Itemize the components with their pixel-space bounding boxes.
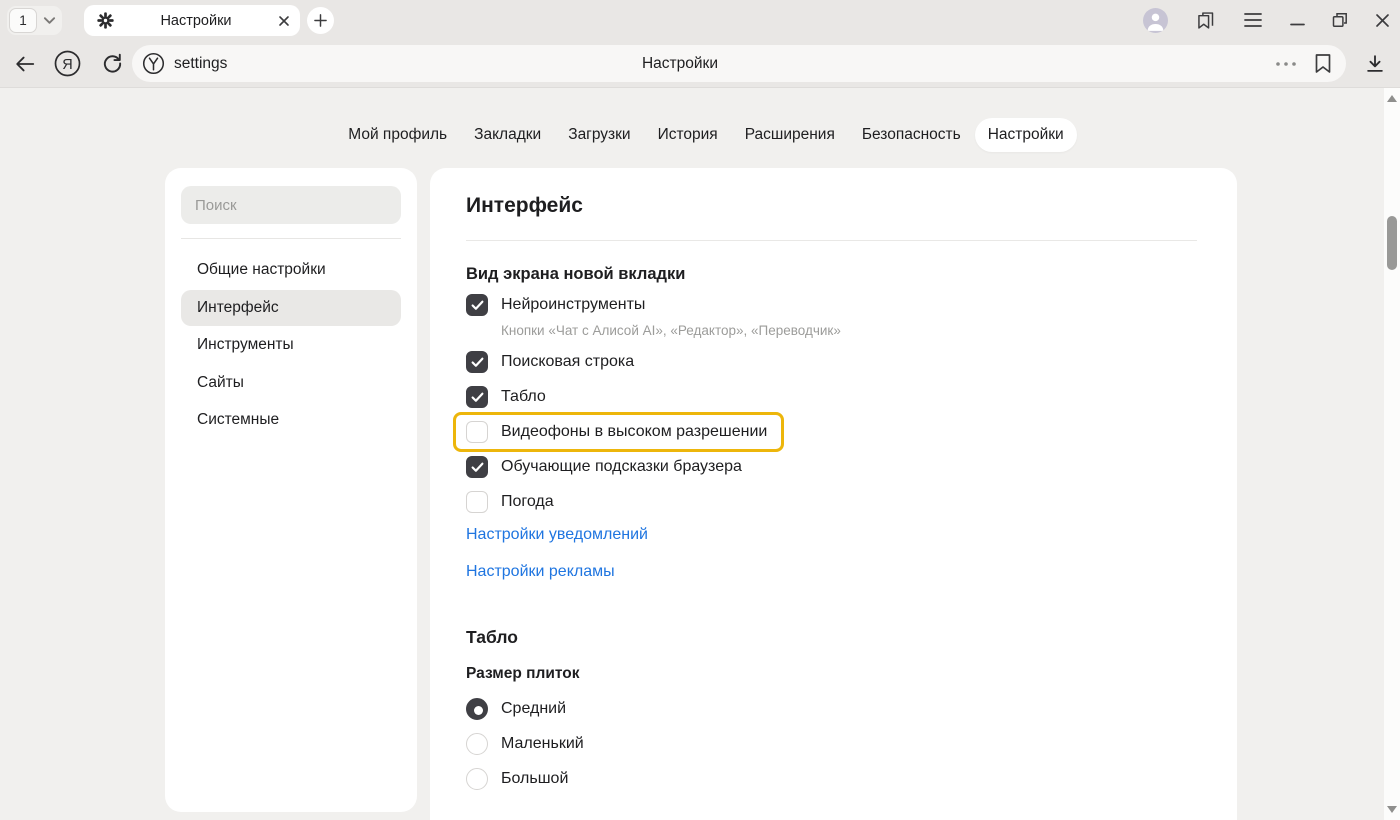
section-heading-new-tab: Вид экрана новой вкладки [466,265,1197,284]
notifications-settings-link[interactable]: Настройки уведомлений [466,526,1197,544]
ads-settings-link[interactable]: Настройки рекламы [466,563,1197,581]
settings-main-panel: Интерфейс Вид экрана новой вкладки Нейро… [430,168,1237,820]
radio-label: Средний [501,700,566,718]
section-heading-tablo: Табло [466,627,1197,648]
checkbox-label: Нейроинструменты [501,296,645,314]
settings-page: Мой профиль Закладки Загрузки История Ра… [0,88,1400,820]
radio-row-large: Большой [466,768,1197,790]
minimize-icon[interactable] [1290,13,1305,28]
active-tab[interactable]: Настройки [84,5,300,36]
checkbox-tablo[interactable] [466,386,488,408]
scroll-up-arrow-icon[interactable] [1387,95,1397,102]
sidebar-item-general[interactable]: Общие настройки [181,252,401,288]
page-title: Интерфейс [466,194,1197,218]
tab-bar: 1 [0,0,1400,40]
plus-icon [314,14,327,27]
page-title-in-omnibox: Настройки [530,55,830,73]
settings-nav-tabs: Мой профиль Закладки Загрузки История Ра… [14,118,1398,152]
nav-tab-extensions[interactable]: Расширения [732,118,848,152]
radio-label: Маленький [501,735,584,753]
nav-tab-downloads[interactable]: Загрузки [555,118,643,152]
checkbox-subtitle: Кнопки «Чат с Алисой AI», «Редактор», «П… [501,323,1197,338]
page-scrollbar[interactable] [1384,88,1400,820]
nav-tab-history[interactable]: История [645,118,731,152]
checkbox-neurotools[interactable] [466,294,488,316]
more-actions-icon[interactable] [1275,61,1297,67]
scroll-down-arrow-icon[interactable] [1387,806,1397,813]
sidebar-divider [181,238,401,239]
navigation-toolbar: Я settings Настройки [0,40,1400,88]
radio-small[interactable] [466,733,488,755]
url-text[interactable]: settings [174,55,227,73]
nav-tab-profile[interactable]: Мой профиль [335,118,460,152]
title-divider [466,240,1197,241]
yandex-letter: Я [62,57,72,73]
nav-tab-security[interactable]: Безопасность [849,118,974,152]
tab-group-control[interactable]: 1 [7,6,62,35]
radio-label: Большой [501,770,568,788]
checkbox-label: Табло [501,388,546,406]
settings-sidebar: Общие настройки Интерфейс Инструменты Са… [165,168,417,812]
new-tab-button[interactable] [307,7,334,34]
checkbox-label: Поисковая строка [501,353,634,371]
radio-medium[interactable] [466,698,488,720]
search-input[interactable] [181,186,401,224]
checkbox-row-weather: Погода [466,491,1197,513]
checkbox-video-backgrounds[interactable] [466,421,488,443]
close-window-icon[interactable] [1375,13,1390,28]
checkbox-label: Погода [501,493,554,511]
profile-avatar[interactable] [1143,8,1168,33]
nav-tab-settings[interactable]: Настройки [975,118,1077,152]
checkbox-search-bar[interactable] [466,351,488,373]
radio-row-medium: Средний [466,698,1197,720]
chevron-down-icon[interactable] [43,16,56,25]
collections-bookmarks-icon[interactable] [1195,10,1216,31]
scrollbar-thumb[interactable] [1387,216,1397,270]
section-links: Настройки уведомлений Настройки рекламы [466,526,1197,581]
sidebar-list: Общие настройки Интерфейс Инструменты Са… [181,252,401,438]
checkbox-row-hints: Обучающие подсказки браузера [466,456,1197,478]
tile-size-subheading: Размер плиток [466,665,1197,683]
checkbox-browser-hints[interactable] [466,456,488,478]
checkbox-row-tablo: Табло [466,386,1197,408]
menu-icon[interactable] [1243,12,1263,28]
restore-window-icon[interactable] [1332,12,1348,28]
sidebar-item-system[interactable]: Системные [181,402,401,438]
browser-window: 1 [0,0,1400,820]
checkbox-label: Видеофоны в высоком разрешении [501,423,767,441]
site-badge-icon[interactable] [142,52,165,75]
checkbox-label: Обучающие подсказки браузера [501,458,742,476]
checkbox-row-search-bar: Поисковая строка [466,351,1197,373]
highlight-box-videobackgrounds: Видеофоны в высоком разрешении [453,412,784,452]
address-bar[interactable]: settings Настройки [132,45,1346,82]
gear-icon [97,12,114,29]
back-icon[interactable] [14,54,36,74]
checkbox-weather[interactable] [466,491,488,513]
downloads-icon[interactable] [1364,53,1386,75]
sidebar-item-interface[interactable]: Интерфейс [181,290,401,326]
radio-row-small: Маленький [466,733,1197,755]
radio-large[interactable] [466,768,488,790]
tab-counter-badge[interactable]: 1 [9,8,37,33]
yandex-logo-icon[interactable]: Я [54,50,81,77]
checkbox-row-neurotools: Нейроинструменты [466,294,1197,316]
tabbar-right-controls [1143,0,1390,40]
reload-icon[interactable] [101,52,124,75]
tab-close-icon[interactable] [278,15,290,27]
nav-tab-bookmarks[interactable]: Закладки [461,118,554,152]
bookmark-icon[interactable] [1314,53,1332,74]
tab-title: Настройки [114,13,278,29]
sidebar-item-sites[interactable]: Сайты [181,365,401,401]
sidebar-item-tools[interactable]: Инструменты [181,327,401,363]
